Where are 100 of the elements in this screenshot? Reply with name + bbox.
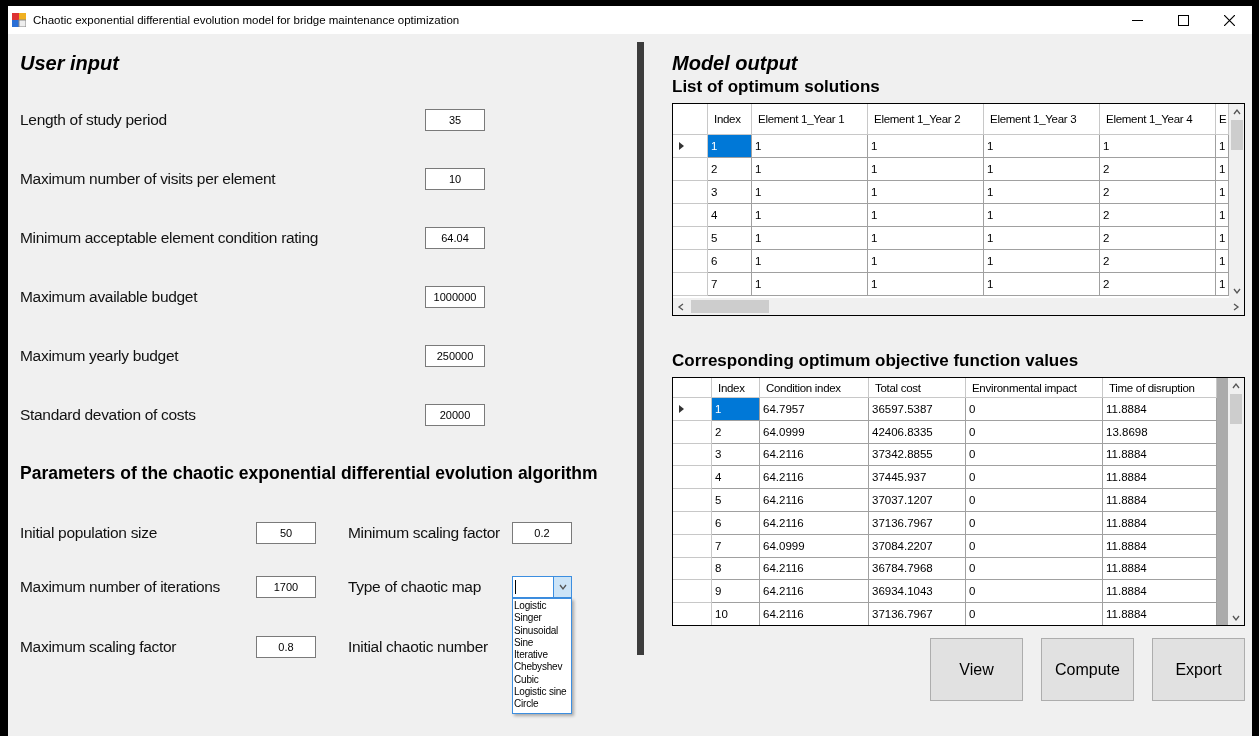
input-field[interactable]: 1700 [256, 576, 316, 598]
dropdown-option[interactable]: Singer [514, 612, 571, 625]
maximize-icon [1177, 14, 1189, 26]
table-cell: 11.8884 [1102, 534, 1217, 558]
table-cell: 0 [965, 397, 1103, 421]
table-cell: 2 [1099, 272, 1216, 296]
field-label: Maximum yearly budget [20, 347, 179, 365]
action-button[interactable]: Compute [1041, 638, 1134, 701]
table-cell: 2 [1099, 180, 1216, 204]
input-field[interactable]: 64.04 [425, 227, 485, 249]
scroll-up-icon[interactable] [1233, 108, 1241, 116]
dropdown-option[interactable]: Circle [514, 698, 571, 711]
column-header[interactable]: Index [711, 378, 760, 398]
table-cell: 2 [1099, 226, 1216, 250]
scroll-up-icon[interactable] [1232, 382, 1240, 390]
input-field[interactable]: 20000 [425, 404, 485, 426]
table-cell: 1 [983, 203, 1100, 227]
scroll-thumb[interactable] [1231, 120, 1243, 150]
table-cell: 1 [867, 157, 984, 181]
table-cell: 0 [965, 534, 1103, 558]
table-cell: 13.8698 [1102, 420, 1217, 444]
field-label: Maximum number of visits per element [20, 170, 276, 188]
table-cell: 1 [751, 157, 868, 181]
input-field[interactable]: 10 [425, 168, 485, 190]
table-cell: 11.8884 [1102, 557, 1217, 580]
table-cell: 1 [867, 203, 984, 227]
row-header[interactable] [673, 397, 712, 421]
dropdown-option[interactable]: Cubic [514, 673, 571, 687]
column-header[interactable]: Element 1_Year 1 [751, 104, 868, 135]
scroll-right-icon[interactable] [1232, 302, 1240, 311]
column-header[interactable]: Condition index [759, 378, 869, 398]
dropdown-button[interactable] [553, 577, 571, 597]
app-icon [12, 13, 26, 27]
table-cell: 0 [965, 511, 1103, 535]
scroll-down-icon[interactable] [1233, 287, 1241, 295]
column-header[interactable]: Environmental impact [965, 378, 1103, 398]
column-header[interactable]: Element 1_Year 3 [983, 104, 1100, 135]
table-cell: 2 [1099, 203, 1216, 227]
table-cell: 11.8884 [1102, 397, 1217, 421]
table-cell: 1 [983, 226, 1100, 250]
table-cell: 2 [1099, 249, 1216, 273]
field-label: Minimum acceptable element condition rating [20, 229, 319, 247]
vertical-scrollbar[interactable] [1228, 378, 1244, 625]
scroll-thumb[interactable] [1230, 394, 1242, 424]
table-cell: 1 [751, 272, 868, 296]
dropdown-option[interactable]: Sinusoidal [514, 624, 571, 637]
action-button[interactable]: Export [1152, 638, 1245, 701]
table-cell: 11.8884 [1102, 443, 1217, 466]
table-cell: 1 [867, 180, 984, 204]
dropdown-option[interactable]: Logistic [514, 600, 571, 613]
field-label: Initial chaotic number [348, 638, 488, 656]
section-title: User input [20, 51, 119, 76]
table-cell: 11.8884 [1102, 579, 1217, 603]
dropdown-option[interactable]: Logistic sine [514, 686, 571, 699]
table-cell: 1 [983, 157, 1100, 181]
table-cell: 1 [751, 134, 868, 158]
table-cell: 0 [965, 602, 1103, 625]
scroll-down-icon[interactable] [1232, 614, 1240, 622]
close-icon [1223, 14, 1235, 26]
table-cell: 1 [751, 249, 868, 273]
chevron-down-icon[interactable] [558, 583, 567, 591]
table-cell: 1 [751, 226, 868, 250]
table-cell: 0 [965, 488, 1103, 512]
table-cell: 1 [1099, 134, 1216, 158]
column-header[interactable]: Index [707, 104, 752, 135]
column-header[interactable]: Time of disruption [1102, 378, 1217, 398]
row-header[interactable] [673, 134, 708, 158]
horizontal-scrollbar[interactable] [673, 298, 1244, 315]
section-title: Parameters of the chaotic exponential differential evolution algorithm [20, 462, 598, 485]
table-cell: 0 [965, 443, 1103, 466]
table-cell: 0 [965, 465, 1103, 489]
column-header[interactable]: Total cost [868, 378, 966, 398]
column-header[interactable]: Element 1_Year 2 [867, 104, 984, 135]
column-header[interactable]: Element 1_Year 4 [1099, 104, 1216, 135]
field-label: Maximum available budget [20, 288, 198, 306]
dropdown-option[interactable]: Iterative [514, 649, 571, 662]
table-cell: 1 [983, 134, 1100, 158]
input-field[interactable]: 250000 [425, 345, 485, 367]
input-field[interactable]: 0.8 [256, 636, 316, 658]
field-label: Type of chaotic map [348, 578, 481, 596]
action-button[interactable]: View [930, 638, 1023, 701]
scroll-thumb[interactable] [691, 300, 769, 313]
field-label: Initial population size [20, 524, 157, 542]
dropdown-option[interactable]: Chebyshev [514, 661, 571, 674]
input-field[interactable]: 35 [425, 109, 485, 131]
field-label: Standard devation of costs [20, 406, 196, 424]
table-cell: 0 [965, 420, 1103, 444]
table-cell: 11.8884 [1102, 465, 1217, 489]
input-field[interactable]: 1000000 [425, 286, 485, 308]
input-field[interactable]: 0.2 [512, 522, 572, 544]
input-field[interactable]: 50 [256, 522, 316, 544]
table-cell: 1 [983, 249, 1100, 273]
table-cell: 11.8884 [1102, 511, 1217, 535]
vertical-scrollbar[interactable] [1229, 104, 1244, 298]
table-cell: 1 [983, 272, 1100, 296]
scroll-left-icon[interactable] [677, 302, 685, 311]
dropdown-option[interactable]: Sine [514, 636, 571, 650]
field-label: Minimum scaling factor [348, 524, 500, 542]
field-label: Maximum number of iterations [20, 578, 221, 596]
table-cell: 0 [965, 579, 1103, 603]
